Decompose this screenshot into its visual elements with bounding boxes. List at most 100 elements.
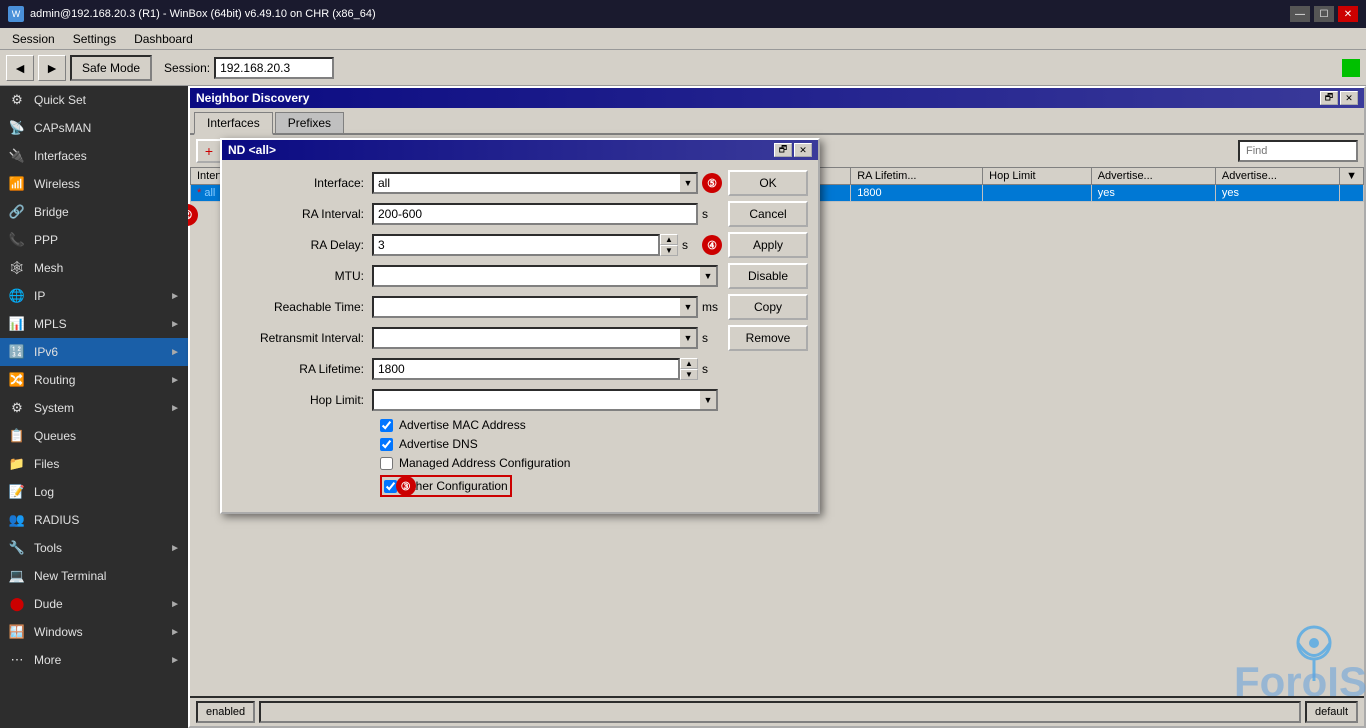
hop-limit-dropdown-button[interactable]: ▼ [700, 389, 718, 411]
form-row-retransmit: Retransmit Interval: ▼ s [232, 325, 718, 351]
nd-dialog-title: ND <all> [228, 143, 276, 157]
more-arrow-icon: ► [170, 655, 180, 666]
session-label: Session: [164, 61, 210, 75]
dialog-form: Interface: ▼ ⑤ RA Interval: [232, 170, 718, 502]
form-row-ra-interval: RA Interval: s [232, 201, 718, 227]
checkbox-row-managed-address: Managed Address Configuration [232, 456, 718, 470]
menu-settings[interactable]: Settings [65, 30, 124, 48]
ipv6-icon: 🔢 [8, 343, 26, 361]
sidebar-item-files[interactable]: 📁 Files [0, 450, 188, 478]
title-bar-text: admin@192.168.20.3 (R1) - WinBox (64bit)… [30, 8, 376, 20]
sidebar-item-tools[interactable]: 🔧 Tools ► [0, 534, 188, 562]
tab-prefixes[interactable]: Prefixes [275, 112, 344, 133]
ra-delay-unit: s [682, 238, 698, 252]
ra-delay-up-button[interactable]: ▲ [660, 234, 678, 245]
form-row-ra-lifetime: RA Lifetime: ▲ ▼ s [232, 356, 718, 382]
disable-button[interactable]: Disable [728, 263, 808, 289]
col-ra-lifetime: RA Lifetim... [851, 168, 983, 185]
interface-dropdown-button[interactable]: ▼ [680, 172, 698, 194]
mesh-icon: 🕸 [8, 259, 26, 277]
managed-address-checkbox[interactable] [380, 457, 393, 470]
mtu-dropdown-button[interactable]: ▼ [700, 265, 718, 287]
hop-limit-input[interactable] [372, 389, 700, 411]
checkbox-row-advertise-mac: Advertise MAC Address [232, 418, 718, 432]
sidebar-item-more[interactable]: ⋯ More ► [0, 646, 188, 674]
advertise-dns-checkbox[interactable] [380, 438, 393, 451]
safe-mode-button[interactable]: Safe Mode [70, 55, 152, 81]
col-hop-limit: Hop Limit [983, 168, 1092, 185]
mpls-arrow-icon: ► [170, 319, 180, 330]
close-button[interactable]: ✕ [1338, 6, 1358, 22]
system-icon: ⚙ [8, 399, 26, 417]
menu-dashboard[interactable]: Dashboard [126, 30, 201, 48]
annotation-circle-3: ③ [396, 476, 416, 496]
main-toolbar: ◄ ► Safe Mode Session: [0, 50, 1366, 86]
menu-session[interactable]: Session [4, 30, 63, 48]
nd-window-titlebar: Neighbor Discovery 🗗 ✕ [190, 88, 1364, 108]
cancel-button[interactable]: Cancel [728, 201, 808, 227]
sidebar-item-wireless[interactable]: 📶 Wireless [0, 170, 188, 198]
ra-lifetime-down-button[interactable]: ▼ [680, 369, 698, 380]
sidebar-item-dude[interactable]: ⬤ Dude ► [0, 590, 188, 618]
interface-input[interactable] [372, 172, 680, 194]
ra-interval-unit: s [702, 207, 718, 221]
copy-button[interactable]: Copy [728, 294, 808, 320]
sidebar-item-ipv6[interactable]: 🔢 IPv6 ► Addresses 1 DHCP Client DHCP Re… [0, 338, 188, 366]
dude-arrow-icon: ► [170, 599, 180, 610]
sidebar-item-capsman[interactable]: 📡 CAPsMAN [0, 114, 188, 142]
sidebar-item-mesh[interactable]: 🕸 Mesh [0, 254, 188, 282]
nd-add-button[interactable]: + [196, 139, 222, 163]
ra-lifetime-unit: s [702, 362, 718, 376]
sidebar-item-quickset[interactable]: ⚙ Quick Set [0, 86, 188, 114]
nd-find-input[interactable] [1238, 140, 1358, 162]
session-input[interactable] [214, 57, 334, 79]
ra-interval-input[interactable] [372, 203, 698, 225]
forward-button[interactable]: ► [38, 55, 66, 81]
sidebar-item-routing[interactable]: 🔀 Routing ► [0, 366, 188, 394]
sidebar-item-windows[interactable]: 🪟 Windows ► [0, 618, 188, 646]
col-advertise1: Advertise... [1091, 168, 1215, 185]
sidebar-item-ip[interactable]: 🌐 IP ► [0, 282, 188, 310]
form-row-ra-delay: RA Delay: ▲ ▼ s ④ [232, 232, 718, 258]
nd-restore-button[interactable]: 🗗 [1320, 91, 1338, 105]
sidebar-item-system[interactable]: ⚙ System ► [0, 394, 188, 422]
sidebar-item-new-terminal[interactable]: 💻 New Terminal [0, 562, 188, 590]
ipv6-arrow-icon: ► [170, 347, 180, 358]
sidebar-item-log[interactable]: 📝 Log [0, 478, 188, 506]
terminal-icon: 💻 [8, 567, 26, 585]
sidebar-item-mpls[interactable]: 📊 MPLS ► [0, 310, 188, 338]
ra-delay-input[interactable] [372, 234, 660, 256]
minimize-button[interactable]: — [1290, 6, 1310, 22]
maximize-button[interactable]: ☐ [1314, 6, 1334, 22]
sidebar-item-bridge[interactable]: 🔗 Bridge [0, 198, 188, 226]
reachable-input-group: ▼ [372, 296, 698, 318]
remove-button[interactable]: Remove [728, 325, 808, 351]
mtu-input[interactable] [372, 265, 700, 287]
nd-close-button[interactable]: ✕ [1340, 91, 1358, 105]
ra-lifetime-up-button[interactable]: ▲ [680, 358, 698, 369]
ra-delay-down-button[interactable]: ▼ [660, 245, 678, 256]
sidebar-item-ppp[interactable]: 📞 PPP [0, 226, 188, 254]
back-button[interactable]: ◄ [6, 55, 34, 81]
status-enabled: enabled [196, 701, 255, 723]
advertise-mac-checkbox[interactable] [380, 419, 393, 432]
retransmit-input[interactable] [372, 327, 680, 349]
retransmit-dropdown-button[interactable]: ▼ [680, 327, 698, 349]
ip-arrow-icon: ► [170, 291, 180, 302]
apply-button[interactable]: Apply [728, 232, 808, 258]
nd-dialog-restore-button[interactable]: 🗗 [774, 143, 792, 157]
reachable-dropdown-button[interactable]: ▼ [680, 296, 698, 318]
sidebar-item-radius[interactable]: 👥 RADIUS [0, 506, 188, 534]
tab-interfaces[interactable]: Interfaces [194, 112, 273, 135]
advertise-mac-label: Advertise MAC Address [399, 418, 526, 432]
nd-dialog-close-button[interactable]: ✕ [794, 143, 812, 157]
label-retransmit: Retransmit Interval: [232, 331, 372, 345]
sidebar-item-interfaces[interactable]: 🔌 Interfaces [0, 142, 188, 170]
ra-lifetime-input[interactable] [372, 358, 680, 380]
ok-button[interactable]: OK [728, 170, 808, 196]
cell-ra-lifetime: 1800 [851, 185, 983, 202]
windows-icon: 🪟 [8, 623, 26, 641]
label-reachable: Reachable Time: [232, 300, 372, 314]
sidebar-item-queues[interactable]: 📋 Queues [0, 422, 188, 450]
reachable-input[interactable] [372, 296, 680, 318]
